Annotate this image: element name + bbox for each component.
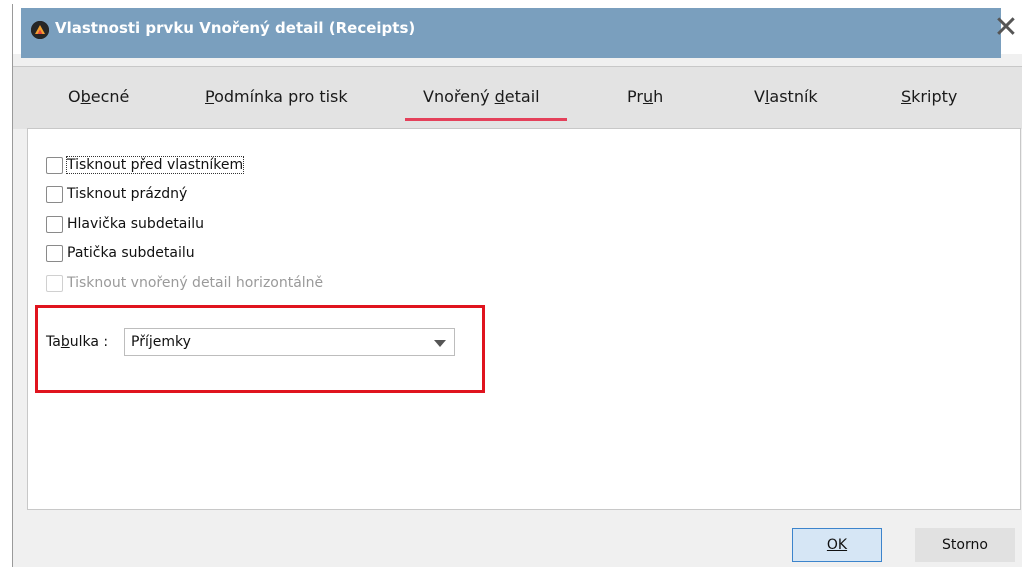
tab-label: h [653, 87, 664, 106]
tab-label-accesskey: S [901, 87, 912, 106]
checkbox-print-horizontal: Tisknout vnořený detail horizontálně [46, 273, 323, 293]
checkbox-box[interactable] [46, 215, 63, 233]
label-text: Ta [46, 334, 61, 350]
checkbox-box[interactable] [46, 185, 63, 203]
table-select[interactable]: Příjemky [124, 328, 455, 356]
tab-label-accesskey: P [205, 87, 215, 106]
checkbox-label: Tisknout vnořený detail horizontálně [67, 275, 324, 291]
checkbox-label: Tisknout prázdný [67, 186, 188, 202]
close-icon[interactable]: ✕ [991, 13, 1021, 44]
tab-label-accesskey: b [80, 87, 91, 106]
checkbox-label: Tisknout před vlastníkem [65, 156, 245, 174]
tab-label: astník [769, 87, 818, 106]
tab-label: V [754, 87, 765, 106]
ok-button-label: OK [826, 537, 848, 553]
tab-bar: Obecné Podmínka pro tisk Vnořený detail … [13, 66, 1022, 129]
tab-subdetail[interactable]: Vnořený detail [423, 87, 540, 106]
tab-owner[interactable]: Vlastník [754, 87, 818, 106]
checkbox-subdetail-header[interactable]: Hlavička subdetailu [46, 214, 204, 234]
window-title: Vlastnosti prvku Vnořený detail (Receipt… [55, 19, 416, 37]
label-text: ulka : [69, 334, 109, 350]
tab-label-accesskey: u [642, 87, 654, 106]
tab-general[interactable]: Obecné [68, 87, 129, 106]
tab-label: odmínka pro tisk [214, 87, 348, 106]
ok-button[interactable]: OK [792, 528, 882, 562]
tab-label-accesskey: d [494, 87, 505, 106]
dialog-window: Vlastnosti prvku Vnořený detail (Receipt… [12, 4, 1022, 567]
app-logo-icon [31, 21, 49, 39]
dropdown-arrow-icon[interactable] [434, 340, 446, 347]
checkbox-print-before-owner[interactable]: Tisknout před vlastníkem [46, 155, 245, 175]
cancel-button[interactable]: Storno [915, 528, 1015, 562]
table-field-label: Tabulka : [46, 334, 108, 350]
tab-scripts[interactable]: Skripty [901, 87, 957, 106]
table-select-value: Příjemky [131, 334, 191, 350]
title-bar[interactable]: Vlastnosti prvku Vnořený detail (Receipt… [13, 4, 1022, 58]
label-accesskey: b [60, 334, 70, 350]
tab-label: etail [504, 87, 540, 106]
tab-print-condition[interactable]: Podmínka pro tisk [205, 87, 348, 106]
tab-label: kripty [911, 87, 958, 106]
tab-label: Pr [627, 87, 643, 106]
checkbox-box[interactable] [46, 244, 63, 262]
tab-label: O [68, 87, 81, 106]
checkbox-label: Hlavička subdetailu [67, 216, 205, 232]
checkbox-print-empty[interactable]: Tisknout prázdný [46, 184, 187, 204]
tab-band[interactable]: Pruh [627, 87, 663, 106]
checkbox-box[interactable] [46, 156, 63, 174]
checkbox-subdetail-footer[interactable]: Patička subdetailu [46, 243, 195, 263]
checkbox-box [46, 274, 63, 292]
tab-label: Vnořený [423, 87, 495, 106]
active-tab-indicator [405, 118, 567, 121]
checkbox-label: Patička subdetailu [67, 245, 195, 261]
tab-label: ecné [90, 87, 130, 106]
